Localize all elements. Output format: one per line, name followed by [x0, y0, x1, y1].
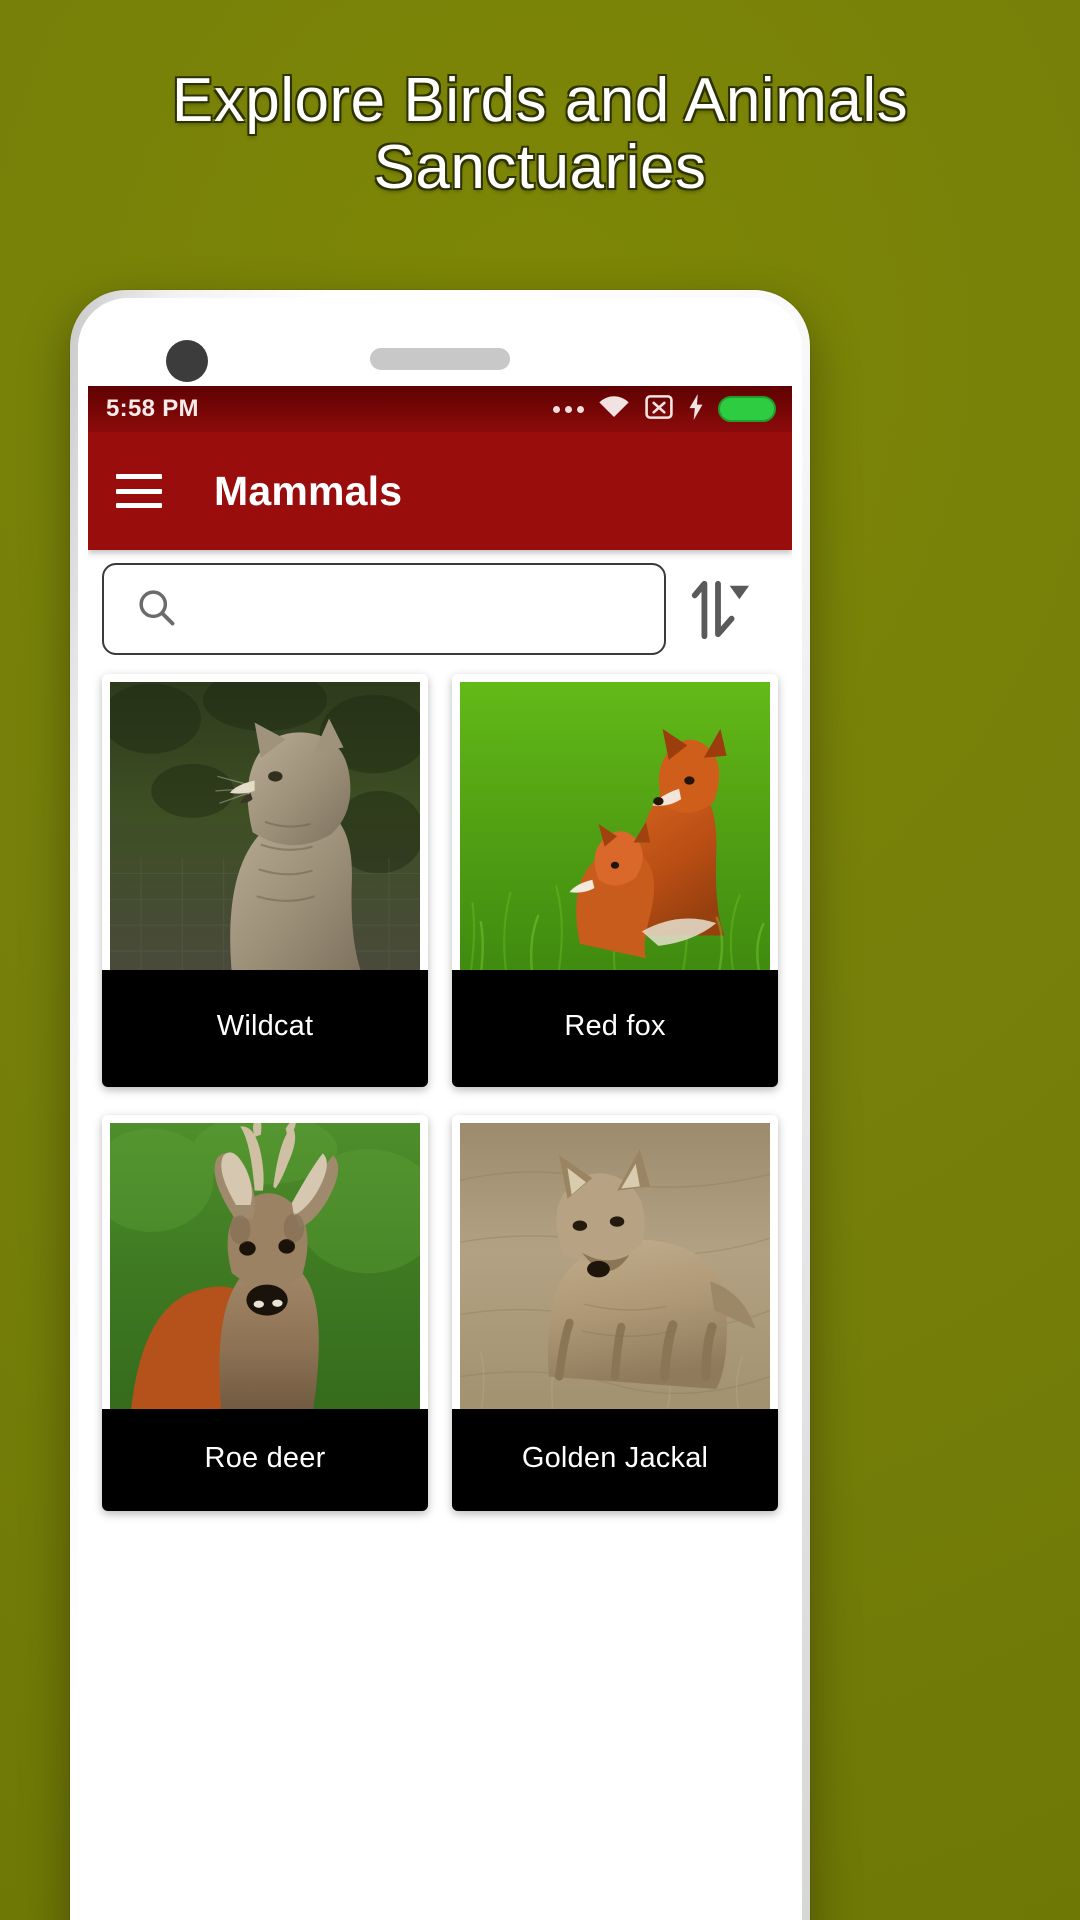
charging-bolt-icon — [688, 393, 704, 425]
status-bar-icons — [553, 393, 776, 425]
battery-icon — [718, 396, 776, 422]
status-bar: 5:58 PM — [88, 386, 792, 432]
list-item[interactable]: Golden Jackal — [452, 1115, 778, 1511]
more-dots-icon — [553, 405, 584, 413]
app-bar: Mammals — [88, 432, 792, 550]
front-camera-icon — [166, 340, 208, 382]
animal-grid-row-2: Roe deer Golden Jackal — [88, 1109, 792, 1511]
search-row — [88, 550, 792, 668]
phone-body: 5:58 PM Mammals Wildcat Red fox Roe deer… — [78, 298, 802, 1920]
status-bar-clock: 5:58 PM — [106, 395, 199, 422]
list-item-label: Red fox — [452, 970, 778, 1087]
promo-headline-line-1: Explore Birds and Animals — [171, 66, 909, 135]
promo-headline: Explore Birds and Animals Sanctuaries — [0, 66, 1080, 202]
promo-headline-line-2: Sanctuaries — [373, 132, 707, 202]
list-item[interactable]: Red fox — [452, 674, 778, 1087]
phone-mockup: 5:58 PM Mammals Wildcat Red fox Roe deer… — [70, 290, 810, 1920]
list-item[interactable]: Roe deer — [102, 1115, 428, 1511]
list-item-label: Wildcat — [102, 970, 428, 1087]
list-item-label: Roe deer — [102, 1409, 428, 1511]
earpiece-speaker — [370, 348, 510, 370]
wildcat-photo — [110, 682, 420, 970]
phone-screen: 5:58 PM Mammals Wildcat Red fox Roe deer… — [88, 386, 792, 1920]
search-icon — [134, 585, 178, 634]
wifi-icon — [598, 395, 630, 424]
search-input[interactable] — [200, 593, 634, 625]
red-fox-photo — [460, 682, 770, 970]
no-sim-icon — [644, 394, 674, 425]
list-item[interactable]: Wildcat — [102, 674, 428, 1087]
search-box[interactable] — [102, 563, 666, 655]
phone-top-bezel — [78, 298, 802, 386]
roe-deer-photo — [110, 1123, 420, 1409]
sort-arrow-icon[interactable] — [666, 563, 770, 655]
animal-grid: Wildcat Red fox — [88, 668, 792, 1087]
golden-jackal-photo — [460, 1123, 770, 1409]
page-title: Mammals — [214, 467, 403, 514]
hamburger-menu-icon[interactable] — [116, 474, 162, 508]
list-item-label: Golden Jackal — [452, 1409, 778, 1511]
